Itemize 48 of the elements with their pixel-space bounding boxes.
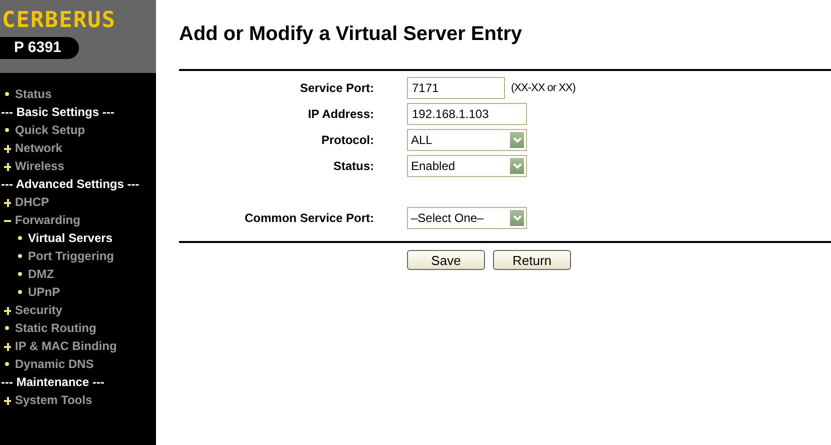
field-label: Protocol: [320,133,374,147]
field-label: Common Service Port: [244,211,374,225]
model-badge: P 6391 [0,37,80,59]
dropdown[interactable]: ALL [407,129,527,151]
menu-link[interactable]: Status [15,87,52,101]
field-label: Status: [332,159,374,173]
menu-heading: --- Advanced Settings --- [0,176,140,193]
form-button[interactable]: Return [493,250,571,270]
bullet-icon [5,326,9,330]
bullet-icon [18,236,22,240]
dropdown[interactable]: –Select One– [407,207,527,229]
plus-icon[interactable] [4,162,11,170]
brand-logo: CERBERUS [1,8,117,34]
input-field[interactable]: 7171 [407,77,505,99]
menu-heading: --- Basic Settings --- [0,104,116,121]
input-field[interactable]: 192.168.1.103 [407,103,527,125]
dropdown[interactable]: Enabled [407,155,527,177]
menu-link[interactable]: DHCP [15,195,50,209]
bullet-icon [18,254,22,258]
menu-link[interactable]: Quick Setup [15,123,86,137]
menu-link[interactable]: Network [15,141,62,155]
bullet-icon [5,128,9,132]
format-hint: (XX-XX or XX) [511,82,576,94]
menu-link[interactable]: System Tools [15,393,92,407]
menu-link[interactable]: Virtual Servers [28,231,112,245]
bullet-icon [18,290,22,294]
plus-icon[interactable] [4,342,11,350]
menu-heading: --- Maintenance --- [0,374,106,391]
bullet-icon [18,272,22,276]
menu-link[interactable]: Static Routing [15,321,96,335]
menu-link[interactable]: Forwarding [15,213,80,227]
field-label: Service Port: [298,81,374,95]
plus-icon[interactable] [4,144,11,152]
menu-link[interactable]: Wireless [15,159,64,173]
plus-icon[interactable] [4,198,11,206]
menu-link[interactable]: IP & MAC Binding [15,339,117,353]
page-title: Add or Modify a Virtual Server Entry [179,22,524,46]
plus-icon[interactable] [4,306,11,314]
menu-link[interactable]: Port Triggering [28,249,114,263]
menu-link[interactable]: DMZ [28,267,54,281]
menu-link[interactable]: Dynamic DNS [15,357,94,371]
form-button[interactable]: Save [407,250,485,270]
field-label: IP Address: [306,107,374,121]
bullet-icon [5,362,9,366]
bullet-icon [5,92,9,96]
menu-link[interactable]: UPnP [28,285,60,299]
plus-icon[interactable] [4,396,11,404]
menu-link[interactable]: Security [15,303,62,317]
